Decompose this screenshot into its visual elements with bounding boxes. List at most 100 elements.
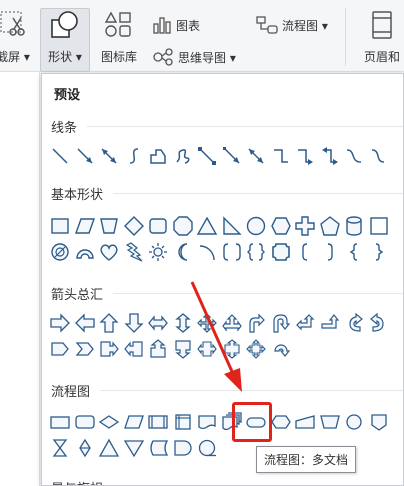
left-right-arrow-shape[interactable] xyxy=(146,310,171,336)
line-shape[interactable] xyxy=(48,143,73,169)
triangle-shape[interactable] xyxy=(195,213,220,239)
flowchart-offpage-connector-shape[interactable] xyxy=(367,409,392,435)
can-shape[interactable] xyxy=(342,213,367,239)
left-arrow-shape[interactable] xyxy=(73,310,98,336)
bent-arrow-shape[interactable] xyxy=(244,310,269,336)
trapezoid-shape[interactable] xyxy=(97,213,122,239)
arrow-line-shape[interactable] xyxy=(73,143,98,169)
no-symbol-shape[interactable] xyxy=(48,239,73,265)
pentagon-shape[interactable] xyxy=(318,213,343,239)
curve-shape[interactable] xyxy=(122,143,147,169)
lightning-bolt-shape[interactable] xyxy=(122,239,147,265)
arc-shape[interactable] xyxy=(195,239,220,265)
parallelogram-shape[interactable] xyxy=(73,213,98,239)
curved-arrow-connector-shape[interactable] xyxy=(367,143,392,169)
left-bracket-shape[interactable] xyxy=(293,239,318,265)
elbow-connector-shape[interactable] xyxy=(195,143,220,169)
flowchart-manual-operation-shape[interactable] xyxy=(318,409,343,435)
frame-shape[interactable] xyxy=(367,213,392,239)
shape-tooltip: 流程图：多文档 xyxy=(256,446,357,473)
preset-title: 预设 xyxy=(54,88,81,103)
step-double-arrow-connector-shape[interactable] xyxy=(318,143,343,169)
flowchart-process-shape[interactable] xyxy=(48,409,73,435)
rounded-rectangle-shape[interactable] xyxy=(146,213,171,239)
flowchart-preparation-shape[interactable] xyxy=(269,409,294,435)
flowchart-collate-shape[interactable] xyxy=(48,435,73,461)
flowchart-document-shape[interactable] xyxy=(195,409,220,435)
oval-shape[interactable] xyxy=(244,213,269,239)
shape-label: 形状 ▾ xyxy=(48,50,82,64)
screenshot-button[interactable]: 截屏 ▾ xyxy=(0,10,36,65)
mindmap-button[interactable]: 思维导图 ▾ xyxy=(152,48,236,66)
plaque-shape[interactable] xyxy=(269,239,294,265)
icon-library-icon xyxy=(104,10,134,40)
double-elbow-connector-shape[interactable] xyxy=(244,143,269,169)
hexagon-shape[interactable] xyxy=(269,213,294,239)
heart-shape[interactable] xyxy=(97,239,122,265)
octagon-shape[interactable] xyxy=(171,213,196,239)
rectangle-shape[interactable] xyxy=(48,213,73,239)
ribbon: 截屏 ▾ 形状 ▾ 图标库 图表 思维导图 ▾ 流程图 ▾ 页眉和 xyxy=(0,0,404,72)
u-turn-arrow-shape[interactable] xyxy=(269,310,294,336)
double-bracket-shape[interactable] xyxy=(220,239,245,265)
left-up-arrow-shape[interactable] xyxy=(293,310,318,336)
flowchart-connector-shape[interactable] xyxy=(342,409,367,435)
flowchart-sort-shape[interactable] xyxy=(73,435,98,461)
flowchart-predefined-process-shape[interactable] xyxy=(146,409,171,435)
flowchart-label: 流程图 ▾ xyxy=(282,18,328,33)
flowchart-manual-input-shape[interactable] xyxy=(293,409,318,435)
pentagon-arrow-shape[interactable] xyxy=(48,336,73,362)
step-connector-shape[interactable] xyxy=(269,143,294,169)
moon-shape[interactable] xyxy=(171,239,196,265)
chart-button[interactable]: 图表 xyxy=(152,16,200,34)
iconlib-button[interactable]: 图标库 xyxy=(94,10,144,65)
left-brace-shape[interactable] xyxy=(342,239,367,265)
header-footer-button[interactable]: 页眉和 xyxy=(352,10,404,65)
scissors-icon xyxy=(0,10,27,40)
flowchart-data-shape[interactable] xyxy=(122,409,147,435)
flowchart-stored-data-shape[interactable] xyxy=(146,435,171,461)
quad-arrow-shape[interactable] xyxy=(195,310,220,336)
step-arrow-connector-shape[interactable] xyxy=(293,143,318,169)
down-arrow-shape[interactable] xyxy=(122,310,147,336)
cross-shape[interactable] xyxy=(293,213,318,239)
bent-up-arrow-shape[interactable] xyxy=(318,310,343,336)
up-arrow-shape[interactable] xyxy=(97,310,122,336)
flowchart-internal-storage-shape[interactable] xyxy=(171,409,196,435)
right-arrow-callout-shape[interactable] xyxy=(97,336,122,362)
flowchart-merge-shape[interactable] xyxy=(122,435,147,461)
flowchart-sequential-access-storage-shape[interactable] xyxy=(195,435,220,461)
double-brace-shape[interactable] xyxy=(244,239,269,265)
left-arrow-callout-shape[interactable] xyxy=(122,336,147,362)
flowchart-button[interactable]: 流程图 ▾ xyxy=(256,16,328,34)
up-down-arrow-shape[interactable] xyxy=(171,310,196,336)
shape-button[interactable]: 形状 ▾ xyxy=(42,10,88,65)
up-down-arrow-callout-shape[interactable] xyxy=(220,336,245,362)
curved-right-arrow-shape[interactable] xyxy=(342,310,367,336)
curved-left-arrow-shape[interactable] xyxy=(367,310,392,336)
right-triangle-shape[interactable] xyxy=(220,213,245,239)
flowchart-decision-shape[interactable] xyxy=(97,409,122,435)
up-arrow-callout-shape[interactable] xyxy=(146,336,171,362)
quad-arrow-callout-shape[interactable] xyxy=(244,336,269,362)
left-right-up-arrow-shape[interactable] xyxy=(220,310,245,336)
mindmap-label: 思维导图 ▾ xyxy=(178,50,236,65)
right-bracket-shape[interactable] xyxy=(318,239,343,265)
diamond-shape[interactable] xyxy=(122,213,147,239)
scribble-shape[interactable] xyxy=(171,143,196,169)
curved-connector-shape[interactable] xyxy=(342,143,367,169)
right-arrow-shape[interactable] xyxy=(48,310,73,336)
circular-arrow-shape[interactable] xyxy=(269,336,294,362)
sun-shape[interactable] xyxy=(146,239,171,265)
elbow-arrow-connector-shape[interactable] xyxy=(220,143,245,169)
chevron-shape[interactable] xyxy=(73,336,98,362)
freeform-shape[interactable] xyxy=(146,143,171,169)
flowchart-alternate-process-shape[interactable] xyxy=(73,409,98,435)
flowchart-delay-shape[interactable] xyxy=(171,435,196,461)
left-right-arrow-callout-shape[interactable] xyxy=(195,336,220,362)
right-brace-shape[interactable] xyxy=(367,239,392,265)
flowchart-extract-shape[interactable] xyxy=(97,435,122,461)
double-arrow-line-shape[interactable] xyxy=(97,143,122,169)
down-arrow-callout-shape[interactable] xyxy=(171,336,196,362)
block-arc-shape[interactable] xyxy=(73,239,98,265)
